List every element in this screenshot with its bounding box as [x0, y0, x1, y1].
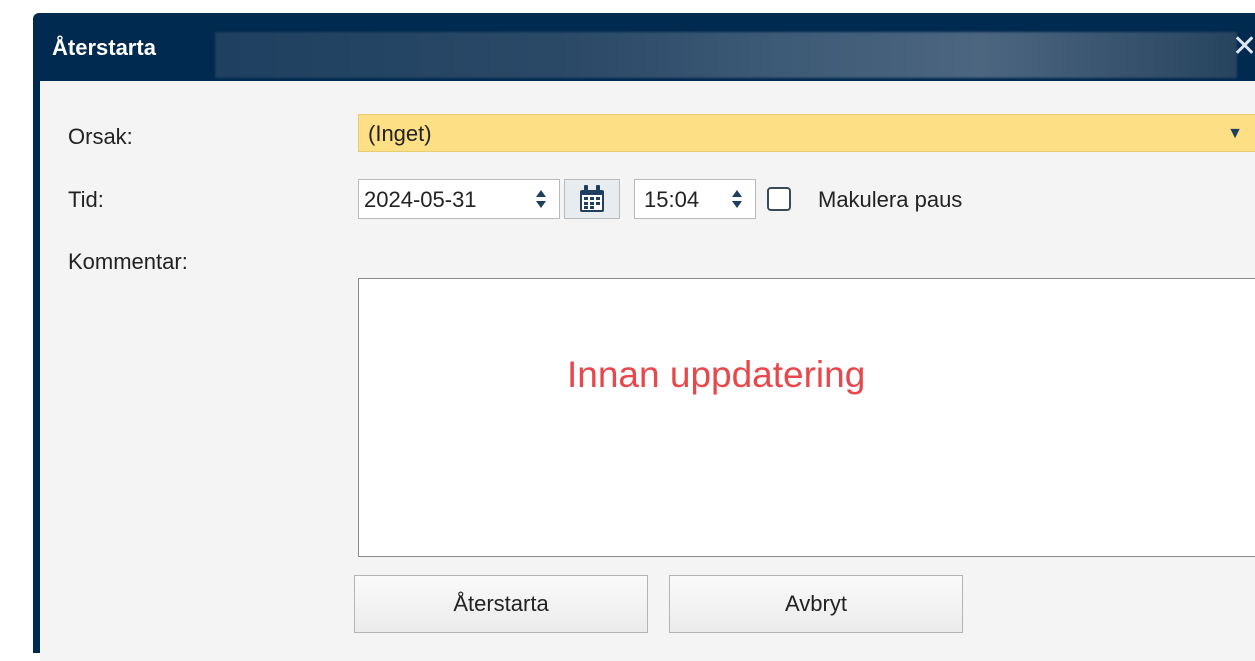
time-value: 15:04: [644, 187, 700, 212]
dialog-content: Orsak: (Inget) ▼ Tid: 2024-05-31 15:04 M…: [40, 81, 1255, 661]
reason-select-value: (Inget): [368, 121, 432, 146]
comment-text: Innan uppdatering: [567, 354, 866, 395]
calendar-icon: [580, 185, 604, 212]
date-field[interactable]: 2024-05-31: [358, 179, 560, 219]
dialog-title: Återstarta: [52, 35, 156, 60]
restart-dialog: Återstarta ✕ Orsak: (Inget) ▼ Tid: 2024-…: [33, 13, 1255, 661]
time-label: Tid:: [68, 187, 104, 212]
title-bar[interactable]: Återstarta ✕: [33, 13, 1255, 81]
title-bar-redacted: [215, 32, 1237, 78]
restart-button[interactable]: Återstarta: [354, 575, 648, 633]
reason-select[interactable]: (Inget) ▼: [358, 114, 1255, 152]
void-pause-label[interactable]: Makulera paus: [818, 187, 962, 213]
date-value: 2024-05-31: [364, 187, 477, 212]
spinner-icon[interactable]: [732, 188, 742, 210]
reason-label: Orsak:: [68, 124, 133, 149]
cancel-button[interactable]: Avbryt: [669, 575, 963, 633]
time-field[interactable]: 15:04: [634, 179, 756, 219]
comment-label: Kommentar:: [68, 249, 188, 274]
void-pause-checkbox[interactable]: [767, 187, 791, 211]
comment-textarea[interactable]: Innan uppdatering: [358, 278, 1255, 557]
triangle-down-icon: ▼: [1227, 125, 1243, 142]
spinner-icon[interactable]: [536, 188, 546, 210]
close-icon[interactable]: ✕: [1232, 32, 1255, 62]
calendar-button[interactable]: [564, 179, 620, 219]
